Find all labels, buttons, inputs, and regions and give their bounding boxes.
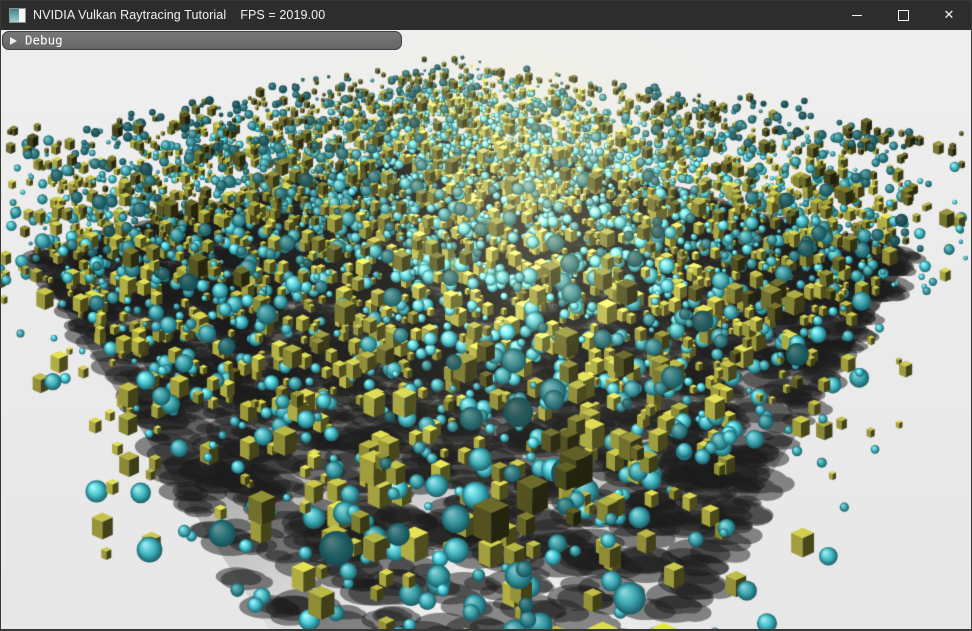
debug-panel-label: Debug bbox=[25, 33, 63, 48]
app-icon bbox=[9, 8, 26, 23]
minimize-button[interactable] bbox=[834, 0, 880, 30]
close-icon: ✕ bbox=[944, 9, 955, 22]
app-icon-left-pane bbox=[10, 9, 19, 22]
minimize-icon bbox=[852, 15, 862, 16]
window-controls: ✕ bbox=[834, 0, 972, 30]
app-window: NVIDIA Vulkan Raytracing Tutorial FPS = … bbox=[0, 0, 972, 631]
chevron-right-icon bbox=[10, 37, 17, 45]
title-bar[interactable]: NVIDIA Vulkan Raytracing Tutorial FPS = … bbox=[0, 0, 972, 30]
fps-counter: FPS = 2019.00 bbox=[240, 8, 325, 22]
window-title: NVIDIA Vulkan Raytracing Tutorial bbox=[33, 8, 226, 22]
viewport-3d-scene[interactable] bbox=[0, 30, 972, 631]
debug-panel-header[interactable]: Debug bbox=[2, 31, 402, 50]
close-button[interactable]: ✕ bbox=[926, 0, 972, 30]
maximize-button[interactable] bbox=[880, 0, 926, 30]
maximize-icon bbox=[898, 10, 909, 21]
app-icon-right-pane bbox=[19, 9, 25, 22]
